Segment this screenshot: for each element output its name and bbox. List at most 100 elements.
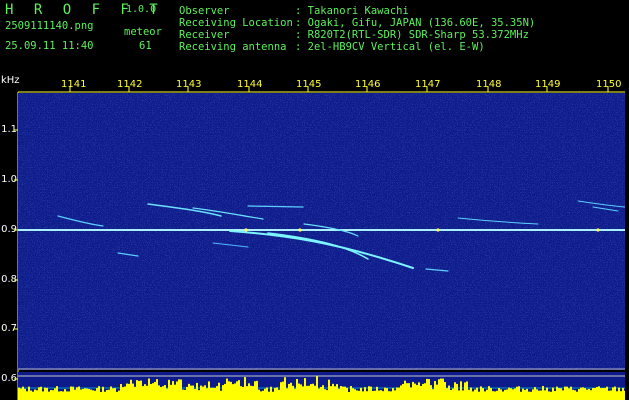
activity-bar-mark: [106, 389, 108, 400]
activity-bar-mark: [324, 389, 326, 400]
activity-bar-mark: [124, 386, 126, 400]
activity-bar-mark: [100, 391, 102, 400]
activity-bar-mark: [606, 386, 608, 400]
activity-bar-mark: [238, 380, 240, 400]
activity-bar-mark: [578, 389, 580, 400]
activity-bar-mark: [458, 390, 460, 400]
activity-bar-mark: [144, 384, 146, 400]
activity-bar-mark: [206, 388, 208, 400]
activity-bar-mark: [162, 386, 164, 400]
activity-bar-mark: [576, 391, 578, 400]
activity-bar-mark: [200, 385, 202, 400]
activity-bar-mark: [404, 380, 406, 400]
activity-bar-mark: [412, 381, 414, 400]
activity-bar-mark: [344, 386, 346, 400]
activity-bar-mark: [386, 388, 388, 400]
activity-bar-mark: [616, 391, 618, 400]
activity-bar-mark: [236, 381, 238, 400]
activity-bar-mark: [204, 385, 206, 400]
activity-bar-mark: [28, 386, 30, 400]
activity-bar-mark: [116, 391, 118, 400]
spectrogram-canvas: [18, 93, 625, 370]
activity-bar-mark: [264, 388, 266, 400]
activity-bar-mark: [102, 386, 104, 400]
activity-bar-mark: [530, 391, 532, 400]
activity-bar-mark: [376, 386, 378, 400]
activity-bar-mark: [474, 389, 476, 400]
activity-bar-mark: [558, 388, 560, 400]
activity-bar-mark: [552, 387, 554, 400]
activity-bar-mark: [158, 385, 160, 400]
activity-bar-mark: [460, 381, 462, 400]
activity-bar-mark: [544, 390, 546, 400]
activity-bar-mark: [308, 385, 310, 400]
activity-bar-mark: [364, 387, 366, 400]
activity-bar-mark: [368, 386, 370, 400]
activity-bar-mark: [94, 390, 96, 400]
activity-bar-mark: [198, 390, 200, 400]
activity-bar-mark: [354, 389, 356, 400]
activity-bar-mark: [548, 391, 550, 400]
activity-bar-mark: [150, 384, 152, 400]
activity-bar-mark: [234, 383, 236, 400]
activity-bar-mark: [188, 383, 190, 400]
activity-bar-mark: [390, 391, 392, 400]
activity-bar-mark: [388, 391, 390, 400]
signal-peak: [244, 228, 248, 232]
activity-bar-mark: [304, 378, 306, 400]
activity-bar-mark: [184, 389, 186, 400]
activity-bar-mark: [592, 388, 594, 400]
activity-bar-mark: [396, 387, 398, 400]
activity-bar-mark: [132, 383, 134, 400]
activity-bar-mark: [128, 383, 130, 400]
activity-bar-mark: [610, 390, 612, 400]
activity-bar-mark: [146, 385, 148, 400]
activity-bar-mark: [288, 383, 290, 400]
activity-bar-mark: [416, 384, 418, 400]
activity-bar-mark: [112, 388, 114, 400]
activity-bar-mark: [318, 388, 320, 400]
activity-bar-mark: [326, 390, 328, 400]
activity-bar-mark: [424, 383, 426, 400]
activity-bar-mark: [620, 391, 622, 400]
activity-bar-mark: [444, 382, 446, 400]
activity-bar-mark: [266, 387, 268, 400]
activity-bar-mark: [302, 386, 304, 400]
activity-bar-mark: [24, 388, 26, 400]
activity-bar-mark: [456, 383, 458, 400]
activity-bar-mark: [546, 387, 548, 400]
activity-bar-mark: [382, 391, 384, 400]
activity-bar-mark: [372, 390, 374, 400]
activity-bar-mark: [76, 387, 78, 400]
activity-bar-mark: [210, 387, 212, 400]
activity-bar-mark: [86, 388, 88, 400]
activity-bar-mark: [600, 388, 602, 400]
activity-bar-mark: [594, 387, 596, 400]
activity-bar-mark: [334, 386, 336, 400]
activity-bar-mark: [338, 388, 340, 400]
activity-bar-mark: [284, 377, 286, 400]
activity-bar-mark: [538, 390, 540, 400]
activity-bar-mark: [290, 382, 292, 400]
activity-bar-mark: [70, 386, 72, 400]
signal-peak: [436, 228, 440, 232]
activity-bar-mark: [136, 380, 138, 400]
activity-bar-mark: [408, 383, 410, 400]
activity-bar-mark: [164, 385, 166, 400]
activity-bar-mark: [232, 384, 234, 400]
activity-bar-mark: [450, 389, 452, 400]
activity-bar-mark: [202, 386, 204, 400]
activity-bar-mark: [504, 389, 506, 400]
activity-bar-mark: [534, 387, 536, 400]
activity-bar-mark: [498, 387, 500, 400]
activity-bar-mark: [398, 387, 400, 400]
activity-bar-mark: [434, 381, 436, 400]
activity-bar-mark: [298, 383, 300, 400]
activity-bar-mark: [532, 389, 534, 400]
activity-bar-mark: [490, 387, 492, 400]
activity-bar-mark: [192, 385, 194, 400]
activity-bar-mark: [254, 381, 256, 400]
activity-bar-mark: [104, 391, 106, 400]
activity-bar-mark: [228, 381, 230, 400]
activity-bar-mark: [516, 386, 518, 400]
